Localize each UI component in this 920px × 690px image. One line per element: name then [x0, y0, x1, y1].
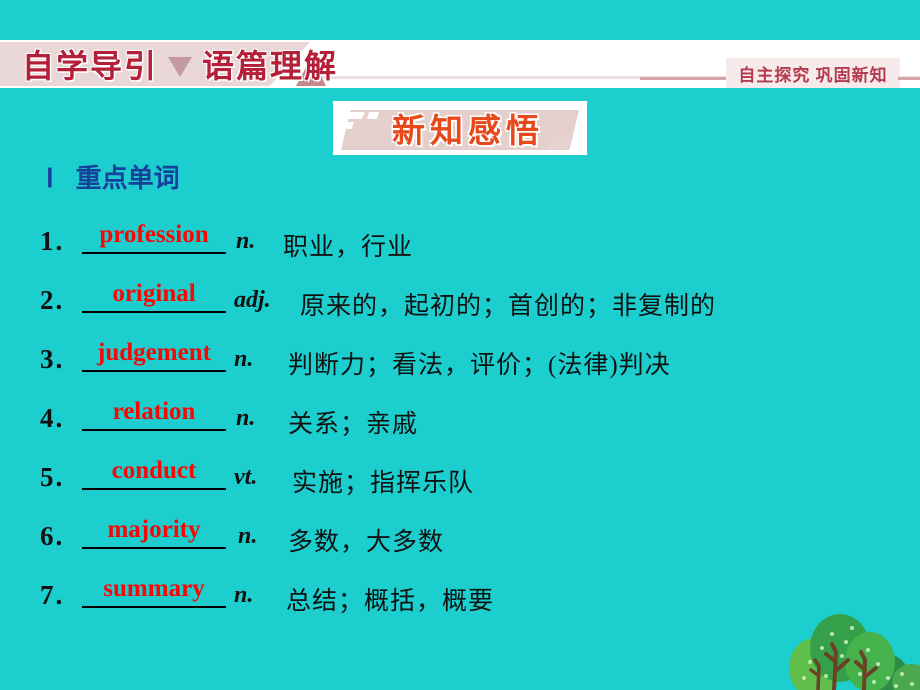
- answer-blank: summary: [82, 560, 226, 612]
- word-index: 2.: [40, 285, 65, 315]
- word-index: 3.: [40, 344, 65, 374]
- word-index: 1.: [40, 226, 65, 256]
- header-badge: 自主探究 巩固新知: [640, 58, 920, 88]
- word-index: 5.: [40, 462, 65, 492]
- trees-icon: [789, 614, 920, 690]
- answer-word: summary: [103, 575, 205, 602]
- banner-title: 新知感悟: [392, 114, 544, 150]
- answer-word: conduct: [111, 457, 197, 484]
- badge-label: 自主探究 巩固新知: [738, 65, 888, 85]
- word-index: 4.: [40, 403, 65, 433]
- word-row: 4. relation n. 关系；亲戚: [40, 383, 920, 442]
- answer-word: majority: [107, 516, 201, 543]
- part-of-speech: n.: [238, 523, 258, 549]
- badge-rule-right: [898, 77, 920, 80]
- blank-underline: [82, 547, 226, 549]
- answer-blank: judgement: [82, 324, 226, 376]
- part-of-speech: n.: [236, 405, 256, 431]
- answer-blank: conduct: [82, 442, 226, 494]
- word-list: 1. profession n. 职业，行业 2. original adj. …: [40, 206, 920, 619]
- word-row: 3. judgement n. 判断力；看法，评价；(法律)判决: [40, 324, 920, 383]
- word-meaning: 多数，大多数: [288, 529, 445, 556]
- section-heading: Ⅰ 重点单词: [46, 158, 180, 195]
- answer-blank: relation: [82, 383, 226, 435]
- answer-word: original: [112, 280, 196, 307]
- word-row: 5. conduct vt. 实施；指挥乐队: [40, 442, 920, 501]
- answer-word: judgement: [97, 339, 211, 366]
- badge-box: 自主探究 巩固新知: [726, 58, 900, 88]
- part-of-speech: vt.: [234, 464, 258, 490]
- word-row: 2. original adj. 原来的，起初的；首创的；非复制的: [40, 265, 920, 324]
- blank-underline: [82, 252, 226, 254]
- answer-blank: profession: [82, 206, 226, 258]
- word-index: 7.: [40, 580, 65, 610]
- header-title: 自学导引 语篇理解: [22, 40, 338, 88]
- blank-underline: [82, 488, 226, 490]
- word-meaning: 总结；概括，概要: [286, 588, 495, 615]
- answer-word: profession: [99, 221, 209, 248]
- answer-word: relation: [112, 398, 196, 425]
- part-of-speech: n.: [234, 346, 254, 372]
- word-row: 6. majority n. 多数，大多数: [40, 501, 920, 560]
- word-row: 1. profession n. 职业，行业: [40, 206, 920, 265]
- section-title: 重点单词: [75, 164, 180, 193]
- word-meaning: 判断力；看法，评价；(法律)判决: [288, 352, 671, 379]
- section-banner: 新知感悟: [333, 101, 587, 155]
- blank-underline: [82, 606, 226, 608]
- section-numeral: Ⅰ: [46, 164, 54, 193]
- answer-blank: majority: [82, 501, 226, 553]
- part-of-speech: adj.: [234, 287, 271, 313]
- part-of-speech: n.: [234, 582, 254, 608]
- answer-blank: original: [82, 265, 226, 317]
- blank-underline: [82, 429, 226, 431]
- header-title-left: 自学导引: [22, 48, 159, 84]
- blank-underline: [82, 311, 226, 313]
- triangle-down-icon: [168, 57, 193, 77]
- word-index: 6.: [40, 521, 65, 551]
- word-meaning: 实施；指挥乐队: [292, 470, 475, 497]
- blank-underline: [82, 370, 226, 372]
- header-title-right: 语篇理解: [202, 48, 339, 84]
- word-meaning: 职业，行业: [283, 234, 414, 261]
- part-of-speech: n.: [236, 228, 256, 254]
- word-meaning: 关系；亲戚: [288, 411, 419, 438]
- badge-rule-left: [640, 77, 730, 80]
- word-meaning: 原来的，起初的；首创的；非复制的: [300, 293, 717, 320]
